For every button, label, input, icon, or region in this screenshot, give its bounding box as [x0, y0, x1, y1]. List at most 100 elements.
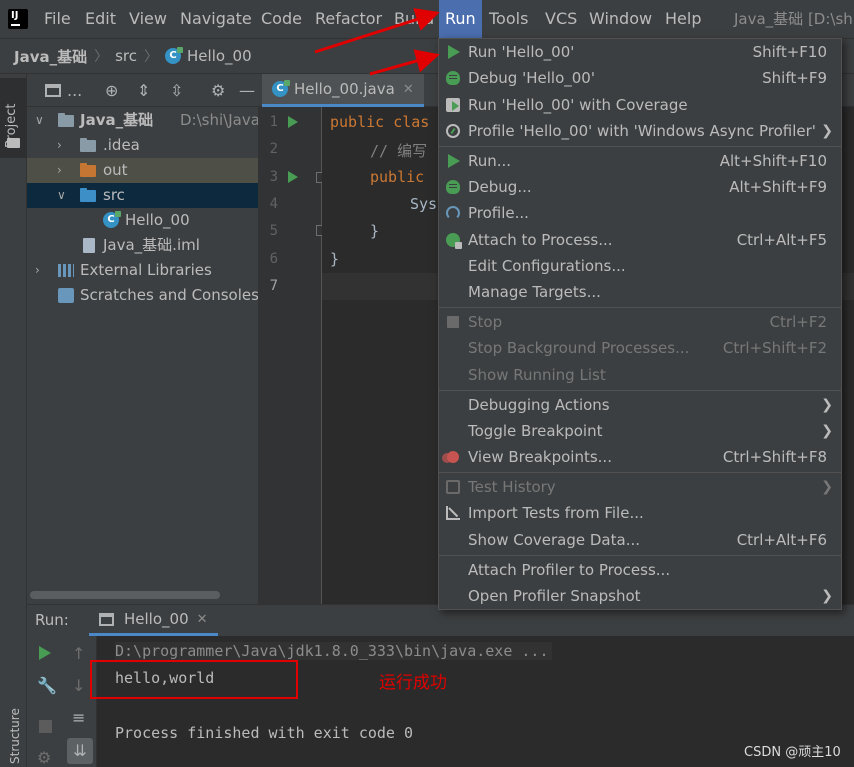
menu-item-shortcut: Ctrl+Alt+F5 — [736, 231, 827, 249]
menu-item-manage-targets[interactable]: Manage Targets... — [439, 279, 841, 305]
menu-item-toggle-breakpoint[interactable]: Toggle Breakpoint ❯ — [439, 418, 841, 444]
java-class-icon: C — [103, 211, 121, 228]
settings-icon[interactable]: ⚙ — [37, 748, 51, 767]
menu-tools[interactable]: Tools — [483, 0, 534, 38]
console-output[interactable]: D:\programmer\Java\jdk1.8.0_333\bin\java… — [97, 636, 854, 767]
wrench-icon[interactable]: 🔧 — [37, 676, 57, 695]
tree-item-label: Java_基础 — [80, 111, 154, 129]
hide-panel-icon[interactable]: — — [239, 82, 255, 99]
menu-item-attach-profiler[interactable]: Attach Profiler to Process... — [439, 557, 841, 583]
menu-item-attach-process[interactable]: Attach to Process... Ctrl+Alt+F5 — [439, 227, 841, 253]
menu-separator — [439, 146, 841, 147]
tree-item-label: Hello_00 — [125, 211, 190, 229]
gear-icon[interactable]: ⚙ — [211, 82, 225, 99]
run-icon — [448, 45, 460, 59]
stop-icon[interactable] — [39, 720, 52, 733]
menu-item-label: Toggle Breakpoint — [468, 422, 603, 440]
breakpoints-icon — [442, 451, 459, 463]
breadcrumb-project[interactable]: Java_基础 — [14, 46, 87, 67]
menu-item-shortcut: Shift+F9 — [762, 69, 827, 87]
scroll-to-end-icon[interactable]: ⇊ — [67, 738, 93, 764]
chevron-right-icon: › — [35, 263, 40, 277]
menu-code[interactable]: Code — [255, 0, 308, 38]
menu-refactor[interactable]: Refactor — [309, 0, 388, 38]
run-tab-hello[interactable]: Hello_00 ✕ — [89, 605, 218, 636]
menu-item-open-profiler-snapshot[interactable]: Open Profiler Snapshot ❯ — [439, 583, 841, 609]
menu-separator — [439, 307, 841, 308]
view-mode-dropdown[interactable]: ... — [67, 82, 82, 99]
run-gutter-icon[interactable] — [288, 171, 298, 183]
tree-item-external-libraries[interactable]: › External Libraries — [27, 258, 258, 283]
menu-item-profile-dialog[interactable]: Profile... — [439, 200, 841, 226]
breadcrumb-class-label: Hello_00 — [187, 47, 252, 65]
soft-wrap-icon[interactable]: ≡ — [72, 708, 85, 727]
tree-item-src[interactable]: ∨ src — [27, 183, 258, 208]
tree-item-hello[interactable]: C Hello_00 — [27, 208, 258, 233]
menu-help[interactable]: Help — [659, 0, 707, 38]
menu-item-label: Show Running List — [468, 366, 606, 384]
menu-item-stop[interactable]: Stop Ctrl+F2 — [439, 309, 841, 335]
project-panel-toolbar: ... ⊕ ⇕ ⇳ ⚙ — — [27, 74, 258, 107]
menu-item-debug-hello[interactable]: Debug 'Hello_00' Shift+F9 — [439, 65, 841, 91]
tab-hello-java[interactable]: C Hello_00.java ✕ — [262, 74, 424, 107]
menu-vcs[interactable]: VCS — [539, 0, 583, 38]
menu-item-label: Attach to Process... — [468, 231, 613, 249]
run-gutter-icon[interactable] — [288, 116, 298, 128]
tree-item-out[interactable]: › out — [27, 158, 258, 183]
rerun-icon[interactable] — [39, 646, 51, 660]
breadcrumb-src[interactable]: src — [115, 47, 137, 65]
menu-build[interactable]: Build — [388, 0, 440, 38]
close-icon[interactable]: ✕ — [197, 612, 208, 627]
tree-item-scratches[interactable]: Scratches and Consoles — [27, 283, 259, 308]
menu-view[interactable]: View — [123, 0, 173, 38]
menu-item-shortcut: Alt+Shift+F9 — [729, 178, 827, 196]
line-number: 3 — [269, 169, 278, 185]
menu-item-show-running-list[interactable]: Show Running List — [439, 362, 841, 388]
line-number: 2 — [269, 141, 278, 157]
menu-item-view-breakpoints[interactable]: View Breakpoints... Ctrl+Shift+F8 — [439, 444, 841, 470]
project-tool-button[interactable]: Project — [0, 78, 27, 158]
menu-item-show-coverage[interactable]: Show Coverage Data... Ctrl+Alt+F6 — [439, 527, 841, 553]
tree-item-label: .idea — [103, 136, 140, 154]
menu-run[interactable]: Run — [439, 0, 482, 38]
structure-tool-button[interactable]: Structure — [8, 708, 22, 764]
close-icon[interactable]: ✕ — [403, 82, 414, 97]
console-exit-line: Process finished with exit code 0 — [115, 724, 414, 742]
menu-item-label: Run... — [468, 152, 512, 170]
view-mode-icon[interactable] — [45, 84, 61, 97]
menu-item-label: Import Tests from File... — [468, 504, 644, 522]
menu-item-shortcut: Ctrl+Alt+F6 — [736, 531, 827, 549]
menu-item-label: View Breakpoints... — [468, 448, 612, 466]
menu-item-debugging-actions[interactable]: Debugging Actions ❯ — [439, 392, 841, 418]
menu-window[interactable]: Window — [583, 0, 658, 38]
menu-edit[interactable]: Edit — [79, 0, 122, 38]
menu-item-edit-configurations[interactable]: Edit Configurations... — [439, 253, 841, 279]
arrow-down-icon[interactable]: ↓ — [72, 676, 85, 695]
menu-file[interactable]: File — [38, 0, 77, 38]
line-number: 4 — [269, 196, 278, 212]
menu-navigate[interactable]: Navigate — [174, 0, 258, 38]
menu-item-run-hello[interactable]: Run 'Hello_00' Shift+F10 — [439, 39, 841, 65]
tree-item-iml[interactable]: Java_基础.iml — [27, 233, 258, 258]
menu-item-stop-background[interactable]: Stop Background Processes... Ctrl+Shift+… — [439, 335, 841, 361]
tree-item-project-root[interactable]: ∨ Java_基础 D:\shi\Java\te — [27, 108, 280, 133]
menu-item-profile-async[interactable]: Profile 'Hello_00' with 'Windows Async P… — [439, 118, 841, 144]
tree-item-label: External Libraries — [80, 261, 212, 279]
tree-item-idea[interactable]: › .idea — [27, 133, 258, 158]
java-class-icon: C — [165, 47, 184, 64]
arrow-up-icon[interactable]: ↑ — [72, 644, 85, 663]
breadcrumb-class[interactable]: C Hello_00 — [165, 47, 252, 65]
menu-item-test-history[interactable]: Test History ❯ — [439, 474, 841, 500]
collapse-all-icon[interactable]: ⇳ — [170, 82, 183, 99]
menu-item-run-coverage[interactable]: Run 'Hello_00' with Coverage — [439, 92, 841, 118]
locate-file-icon[interactable]: ⊕ — [105, 82, 118, 99]
menu-item-shortcut: Ctrl+Shift+F8 — [722, 448, 827, 466]
menu-item-debug-dialog[interactable]: Debug... Alt+Shift+F9 — [439, 174, 841, 200]
gauge-icon — [446, 206, 460, 220]
expand-all-icon[interactable]: ⇕ — [137, 82, 150, 99]
menu-item-run-dialog[interactable]: Run... Alt+Shift+F10 — [439, 148, 841, 174]
menu-item-import-tests[interactable]: Import Tests from File... — [439, 500, 841, 526]
console-command-line: D:\programmer\Java\jdk1.8.0_333\bin\java… — [115, 642, 553, 660]
run-menu-dropdown: Run 'Hello_00' Shift+F10 Debug 'Hello_00… — [438, 38, 842, 610]
horizontal-scrollbar[interactable] — [30, 591, 220, 599]
